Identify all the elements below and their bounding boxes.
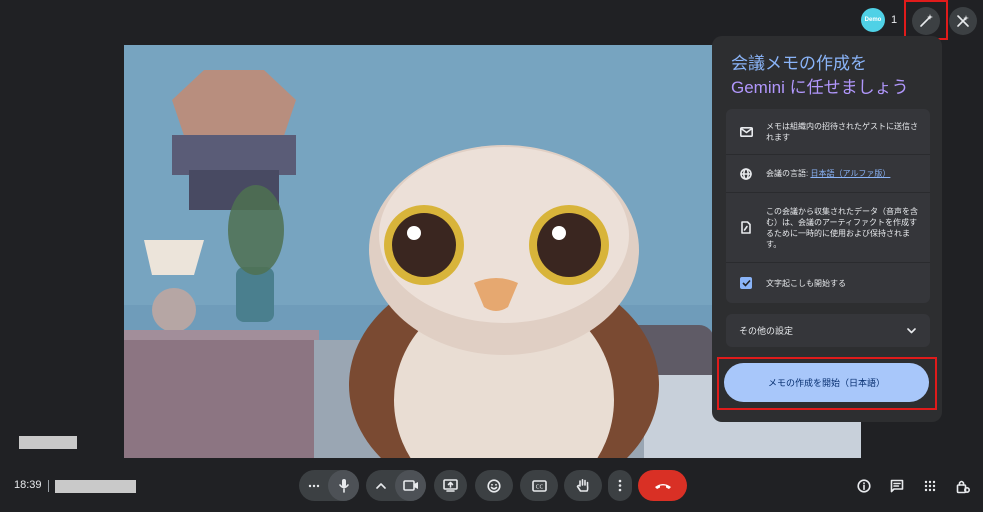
emoji-icon: [487, 478, 501, 493]
checkmark-icon: [741, 279, 751, 287]
globe-icon: [740, 167, 752, 180]
microphone-button[interactable]: [328, 470, 359, 501]
notes-info-card: メモは組織内の招待されたゲストに送信されます 会議の言語: 日本語（アルファ版）…: [726, 109, 930, 303]
language-link[interactable]: 日本語（アルファ版）: [810, 169, 890, 178]
document-icon: [741, 221, 751, 234]
camera-options-button[interactable]: [366, 482, 395, 489]
participant-count: 1: [891, 14, 898, 26]
highlight-box-start: [717, 357, 937, 410]
magic-effects-icon: [957, 15, 969, 27]
panel-title-line1: 会議メモの作成を: [731, 54, 867, 73]
info-row-language: 会議の言語: 日本語（アルファ版）: [726, 155, 930, 193]
activities-icon: [924, 480, 936, 492]
microphone-icon: [338, 479, 349, 493]
mail-icon: [739, 126, 753, 137]
avatar: Demo: [861, 8, 885, 32]
info-recipients-text: メモは組織内の招待されたゲストに送信されます: [766, 121, 918, 142]
info-row-data-usage: この会議から収集されたデータ（音声を含む）は、会議のアーティファクトを作成するた…: [726, 193, 930, 263]
raise-hand-icon: [576, 479, 589, 492]
host-controls-icon: [956, 480, 970, 493]
meeting-details-button[interactable]: [854, 476, 874, 496]
info-row-recipients: メモは組織内の招待されたゲストに送信されます: [726, 109, 930, 155]
camera-control-group: [366, 470, 426, 501]
highlight-box-notes: [904, 0, 948, 40]
info-icon: [857, 479, 871, 493]
participant-indicator[interactable]: Demo 1: [861, 8, 897, 32]
activities-button[interactable]: [920, 476, 940, 496]
mic-control-group: [299, 470, 359, 501]
participant-name-redacted: [19, 436, 77, 449]
divider: [48, 480, 49, 492]
chevron-up-icon: [375, 482, 386, 489]
effects-button[interactable]: [949, 7, 977, 35]
panel-title: 会議メモの作成を Gemini に任せましょう: [731, 52, 931, 100]
present-screen-icon: [443, 479, 458, 492]
more-options-icon: [308, 484, 319, 487]
more-options-button[interactable]: [299, 484, 328, 488]
panel-title-line2: に任せましょう: [784, 78, 909, 97]
other-settings-label: その他の設定: [739, 326, 794, 336]
more-actions-button[interactable]: [608, 470, 632, 501]
host-controls-button[interactable]: [953, 476, 973, 496]
leave-call-button[interactable]: [638, 470, 687, 501]
svg-text:CC: CC: [535, 484, 543, 490]
captions-button[interactable]: CC: [520, 470, 558, 501]
raise-hand-button[interactable]: [564, 470, 602, 501]
camera-button[interactable]: [395, 470, 426, 501]
chat-button[interactable]: [887, 476, 907, 496]
emoji-reaction-button[interactable]: [475, 470, 513, 501]
hang-up-icon: [654, 483, 671, 489]
gemini-brand: Gemini: [731, 78, 785, 97]
language-label: 会議の言語:: [766, 169, 811, 178]
chevron-down-icon: [907, 327, 916, 333]
clock-time: 18:39: [14, 479, 42, 491]
info-data-usage-text: この会議から収集されたデータ（音声を含む）は、会議のアーティファクトを作成するた…: [766, 206, 918, 249]
other-settings-dropdown[interactable]: その他の設定: [726, 314, 930, 347]
meeting-code-redacted: [55, 480, 136, 493]
info-row-transcript[interactable]: 文字起こしも開始する: [726, 263, 930, 303]
more-vert-icon: [618, 479, 622, 492]
present-screen-button[interactable]: [434, 470, 467, 501]
captions-icon: CC: [531, 479, 547, 492]
chat-icon: [890, 479, 904, 493]
transcript-checkbox[interactable]: [740, 277, 752, 289]
transcript-label: 文字起こしも開始する: [766, 278, 846, 288]
camera-icon: [402, 480, 418, 491]
